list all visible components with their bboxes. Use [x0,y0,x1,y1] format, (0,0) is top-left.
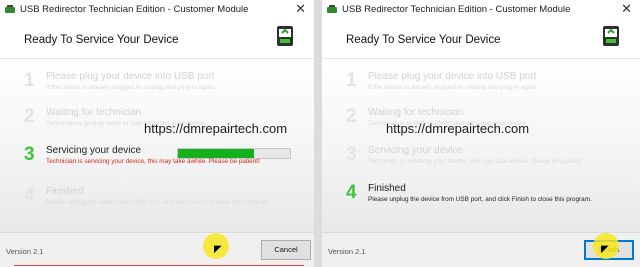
step-title: Finished [46,186,84,197]
window-title: USB Redirector Technician Edition - Cust… [342,4,571,15]
app-icon [5,5,15,15]
step-number: 4 [24,185,35,206]
window-title: USB Redirector Technician Edition - Cust… [20,4,249,15]
step-description: If the device is already plugged in, unp… [368,84,538,91]
step-title: Servicing your device [46,145,142,156]
watermark-text: https://dmrepairtech.com [386,121,530,136]
step-number: 1 [346,70,357,91]
version-label: Version 2.1 [328,247,366,256]
divider-line [14,265,304,266]
step-title: Please plug your device into USB port [46,71,215,82]
title-bar: USB Redirector Technician Edition - Cust… [322,0,640,20]
step-description: Please unplug the device from USB port, … [368,196,592,203]
watermark-text: https://dmrepairtech.com [144,121,288,136]
usb-drive-logo-icon [603,26,619,46]
page-title: Ready To Service Your Device [24,34,179,46]
step-number: 4 [346,182,357,203]
usb-drive-logo-icon [277,26,293,46]
step-description: Technician is servicing your device, thi… [46,158,260,165]
step-number: 3 [346,144,357,165]
wizard-footer: Version 2.1 Cancel [0,232,314,267]
close-icon[interactable]: ✕ [295,2,306,16]
step-title: Finished [368,183,406,194]
step-number: 2 [346,106,357,127]
step-description: If the device is already plugged in, unp… [46,84,216,91]
steps-panel: 1 Please plug your device into USB port … [322,59,640,233]
title-bar: USB Redirector Technician Edition - Cust… [0,0,314,20]
progress-bar-fill [178,149,255,158]
step-title: Waiting for technician [368,107,464,118]
steps-panel: 1 Please plug your device into USB port … [0,59,314,233]
wizard-header: Ready To Service Your Device [322,20,640,59]
step-title: Servicing your device [368,145,464,156]
version-label: Version 2.1 [6,247,44,256]
step-description: Please unplug the device from USB port, … [46,199,270,206]
step-title: Please plug your device into USB port [368,71,537,82]
step-description: Technician is servicing your device, thi… [368,158,582,165]
page-title: Ready To Service Your Device [346,34,501,46]
close-icon[interactable]: ✕ [621,2,632,16]
mouse-pointer-icon: ◤ [601,244,609,255]
app-icon [327,5,337,15]
wizard-footer: Version 2.1 Finish [322,232,640,267]
step-number: 1 [24,70,35,91]
mouse-pointer-icon: ◤ [214,244,222,255]
step-number: 2 [24,106,35,127]
wizard-header: Ready To Service Your Device [0,20,314,59]
screenshot-separator [314,0,322,267]
step-title: Waiting for technician [46,107,142,118]
step-number: 3 [24,144,35,165]
cancel-button[interactable]: Cancel [261,240,311,260]
